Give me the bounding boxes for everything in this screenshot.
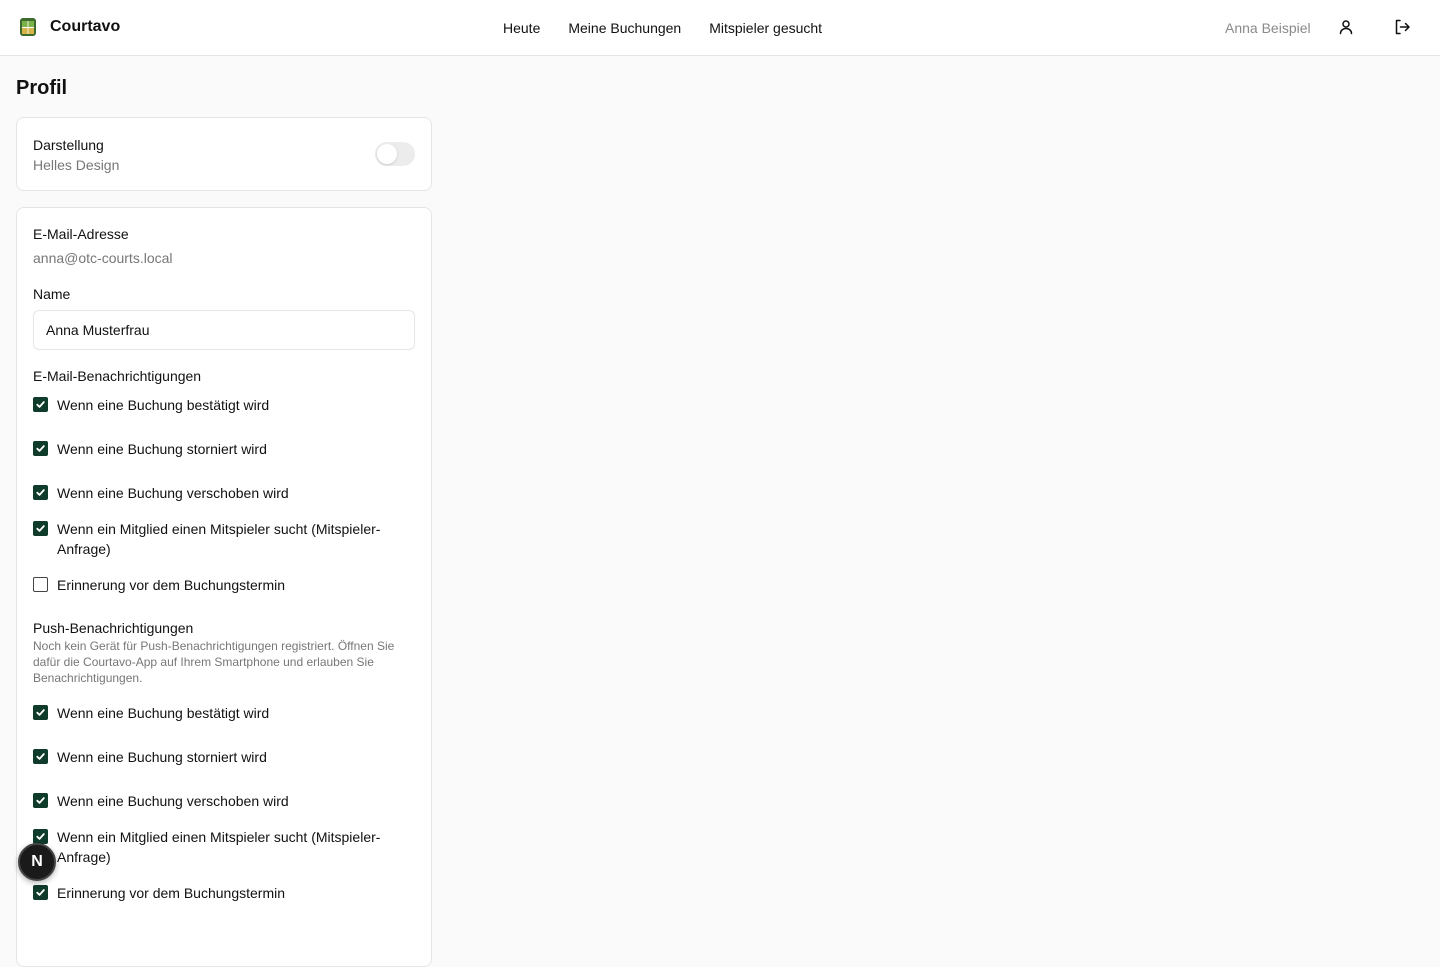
email-label: E-Mail-Adresse: [33, 226, 129, 242]
checkmark-icon: [36, 753, 45, 760]
checkbox-checked[interactable]: [33, 485, 48, 500]
appearance-label: Darstellung: [33, 137, 104, 153]
checkbox-checked[interactable]: [33, 397, 48, 412]
email-value: anna@otc-courts.local: [33, 250, 173, 266]
checkmark-icon: [36, 797, 45, 804]
checkmark-icon: [36, 525, 45, 532]
court-logo-icon: [20, 18, 36, 36]
push-notification-option-label: Wenn ein Mitglied einen Mitspieler sucht…: [57, 829, 381, 865]
brand-name: Courtavo: [50, 18, 121, 35]
top-navbar: Courtavo Heute Meine Buchungen Mitspiele…: [0, 0, 1440, 56]
push-notification-option-row[interactable]: Erinnerung vor dem Buchungstermin: [33, 885, 413, 903]
nav-item-meine-buchungen[interactable]: Meine Buchungen: [568, 18, 681, 38]
push-notifications-title: Push-Benachrichtigungen: [33, 620, 194, 636]
checkbox-checked[interactable]: [33, 441, 48, 456]
checkbox-checked[interactable]: [33, 749, 48, 764]
name-input[interactable]: [33, 310, 415, 350]
email-notification-option-label: Wenn eine Buchung storniert wird: [57, 441, 267, 457]
push-notification-option-row[interactable]: Wenn eine Buchung bestätigt wird: [33, 705, 413, 723]
appearance-card: Darstellung Helles Design: [16, 117, 432, 191]
appearance-value: Helles Design: [33, 157, 120, 173]
checkmark-icon: [36, 489, 45, 496]
checkbox-checked[interactable]: [33, 705, 48, 720]
email-notification-option-row[interactable]: Wenn eine Buchung storniert wird: [33, 441, 413, 459]
checkbox-checked[interactable]: [33, 793, 48, 808]
floating-n-label: N: [31, 853, 43, 870]
email-notification-option-row[interactable]: Wenn eine Buchung bestätigt wird: [33, 397, 413, 415]
checkmark-icon: [36, 833, 45, 840]
logout-icon[interactable]: [1393, 18, 1411, 36]
main-nav: Heute Meine Buchungen Mitspieler gesucht: [503, 18, 822, 38]
email-notification-option-label: Wenn eine Buchung verschoben wird: [57, 485, 289, 501]
push-notification-option-label: Wenn eine Buchung verschoben wird: [57, 793, 289, 809]
push-notification-option-label: Wenn eine Buchung bestätigt wird: [57, 705, 270, 721]
email-notifications-title: E-Mail-Benachrichtigungen: [33, 368, 202, 384]
email-notification-option-label: Erinnerung vor dem Buchungstermin: [57, 577, 286, 593]
email-notification-option-row[interactable]: Wenn eine Buchung verschoben wird: [33, 485, 413, 503]
dark-mode-toggle[interactable]: [375, 142, 415, 166]
push-notifications-hint: Noch kein Gerät für Push-Benachrichtigun…: [33, 639, 395, 685]
email-notification-option-row[interactable]: Wenn ein Mitglied einen Mitspieler sucht…: [33, 521, 413, 559]
checkmark-icon: [36, 401, 45, 408]
toggle-knob: [377, 144, 397, 164]
checkbox-checked[interactable]: [33, 829, 48, 844]
push-notification-option-label: Erinnerung vor dem Buchungstermin: [57, 885, 286, 901]
profile-card: E-Mail-Adresse anna@otc-courts.local Nam…: [16, 207, 432, 967]
checkbox-unchecked[interactable]: [33, 577, 48, 592]
current-user-name: Anna Beispiel: [1225, 20, 1311, 36]
push-notification-option-row[interactable]: Wenn ein Mitglied einen Mitspieler sucht…: [33, 829, 413, 867]
email-notification-option-label: Wenn ein Mitglied einen Mitspieler sucht…: [57, 521, 381, 557]
name-label: Name: [33, 286, 71, 302]
checkmark-icon: [36, 889, 45, 896]
push-notification-option-row[interactable]: Wenn eine Buchung storniert wird: [33, 749, 413, 767]
checkbox-checked[interactable]: [33, 521, 48, 536]
push-notification-option-row[interactable]: Wenn eine Buchung verschoben wird: [33, 793, 413, 811]
checkmark-icon: [36, 709, 45, 716]
profile-icon[interactable]: [1337, 18, 1355, 36]
checkbox-checked[interactable]: [33, 885, 48, 900]
push-notification-option-label: Wenn eine Buchung storniert wird: [57, 749, 267, 765]
checkmark-icon: [36, 445, 45, 452]
nav-item-heute[interactable]: Heute: [503, 18, 540, 38]
page-title: Profil: [16, 77, 68, 99]
floating-n-button[interactable]: N: [18, 843, 56, 881]
email-notification-option-label: Wenn eine Buchung bestätigt wird: [57, 397, 270, 413]
email-notification-option-row[interactable]: Erinnerung vor dem Buchungstermin: [33, 577, 413, 595]
nav-item-mitspieler-gesucht[interactable]: Mitspieler gesucht: [709, 18, 822, 38]
brand[interactable]: Courtavo: [18, 16, 120, 38]
